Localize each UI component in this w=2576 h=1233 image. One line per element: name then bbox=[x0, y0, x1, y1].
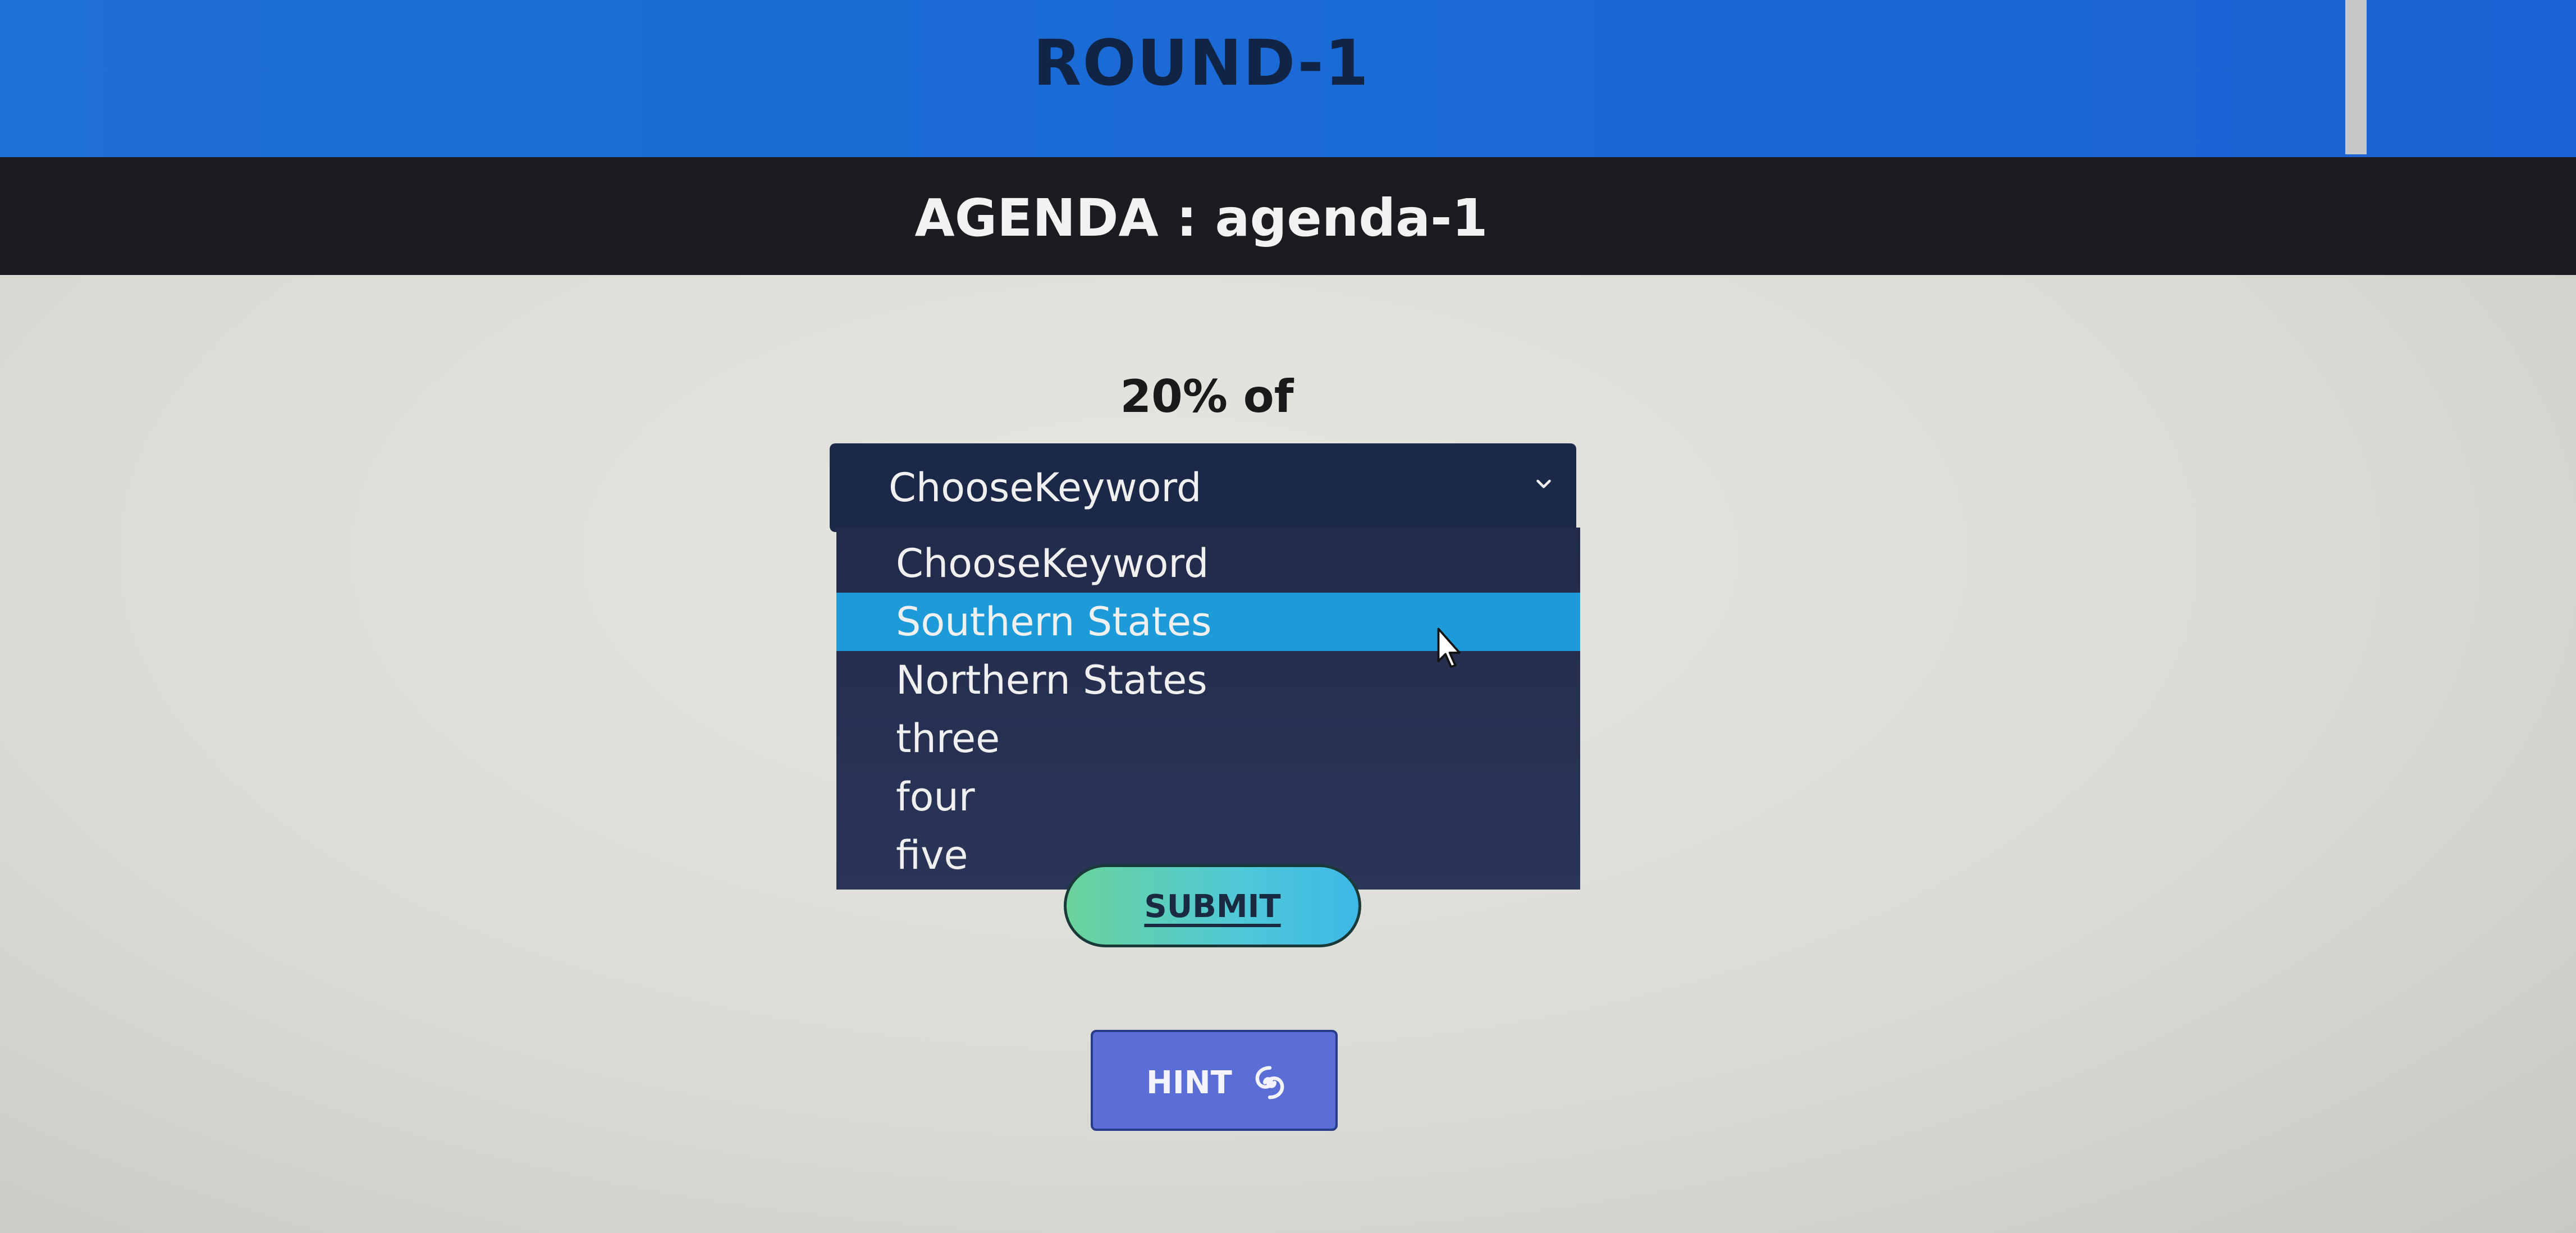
keyword-options-list: ChooseKeyword Southern States Northern S… bbox=[836, 528, 1580, 890]
header-divider bbox=[2345, 0, 2367, 154]
round-header-bar: ROUND-1 bbox=[0, 0, 2576, 160]
mouse-cursor-icon bbox=[1437, 627, 1461, 668]
chevron-down-icon bbox=[1536, 479, 1551, 488]
keyword-select-value: ChooseKeyword bbox=[889, 465, 1202, 511]
option-four[interactable]: four bbox=[836, 768, 1580, 826]
option-northern-states[interactable]: Northern States bbox=[836, 651, 1580, 709]
hint-button[interactable]: HINT bbox=[1091, 1030, 1338, 1131]
hint-label: HINT bbox=[1146, 1065, 1232, 1101]
option-choose-keyword[interactable]: ChooseKeyword bbox=[836, 534, 1580, 593]
keyword-select[interactable]: ChooseKeyword bbox=[830, 443, 1576, 532]
agenda-bar: AGENDA : agenda-1 bbox=[0, 157, 2576, 275]
option-three[interactable]: three bbox=[836, 709, 1580, 768]
swirl-icon bbox=[1255, 1066, 1284, 1099]
option-southern-states[interactable]: Southern States bbox=[836, 593, 1580, 651]
question-text: 20% of bbox=[1120, 370, 1294, 423]
agenda-title: AGENDA : agenda-1 bbox=[914, 188, 1488, 248]
submit-button[interactable]: SUBMIT bbox=[1064, 864, 1361, 947]
round-title: ROUND-1 bbox=[1033, 27, 1370, 100]
submit-label: SUBMIT bbox=[1144, 888, 1281, 925]
